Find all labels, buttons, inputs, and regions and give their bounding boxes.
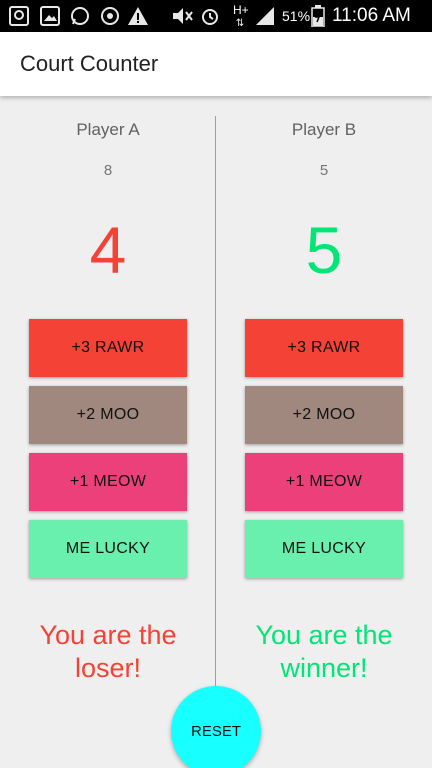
player-a-aux-score: 8 (103, 162, 113, 179)
battery-icon (311, 5, 325, 28)
network-type-icon: H+ (233, 3, 249, 17)
scoreboard: Player A 8 4 +3 RAWR +2 MOO +1 MEOW ME L… (0, 96, 432, 768)
player-a-lucky-button[interactable]: ME LUCKY (29, 520, 187, 578)
battery-percent: 51% (282, 8, 311, 24)
app-title: Court Counter (20, 51, 159, 76)
mute-icon (170, 5, 196, 27)
whatsapp-icon (69, 5, 91, 27)
clock-time: 11:06 AM (332, 5, 411, 26)
player-a-column: Player A 8 4 +3 RAWR +2 MOO +1 MEOW ME L… (0, 96, 216, 768)
player-a-name: Player A (76, 120, 140, 139)
player-a-plus2-button[interactable]: +2 MOO (29, 386, 187, 444)
network-arrows-icon: ⇅ (235, 18, 245, 29)
player-b-result: You are the winner! (255, 620, 393, 683)
player-b-lucky-button[interactable]: ME LUCKY (245, 520, 403, 578)
alert-icon (127, 5, 149, 27)
sync-icon (99, 5, 121, 27)
app-bar: Court Counter (0, 32, 432, 96)
alarm-icon (199, 5, 221, 27)
player-a-result: You are the loser! (39, 620, 177, 683)
player-a-plus1-button[interactable]: +1 MEOW (29, 453, 187, 511)
player-b-name: Player B (291, 120, 357, 139)
player-b-aux-score: 5 (319, 162, 329, 179)
player-b-plus1-button[interactable]: +1 MEOW (245, 453, 403, 511)
player-b-plus2-button[interactable]: +2 MOO (245, 386, 403, 444)
messaging-icon (9, 6, 29, 26)
player-a-plus3-button[interactable]: +3 RAWR (29, 319, 187, 377)
player-b-plus3-button[interactable]: +3 RAWR (245, 319, 403, 377)
player-b-column: Player B 5 5 +3 RAWR +2 MOO +1 MEOW ME L… (216, 96, 432, 768)
signal-icon (254, 5, 276, 27)
player-b-score: 5 (305, 213, 343, 287)
status-bar: H+ ⇅ 51% 11:06 AM (0, 0, 432, 32)
image-icon (40, 6, 60, 26)
player-a-score: 4 (89, 213, 127, 287)
reset-button[interactable]: RESET (171, 686, 261, 768)
